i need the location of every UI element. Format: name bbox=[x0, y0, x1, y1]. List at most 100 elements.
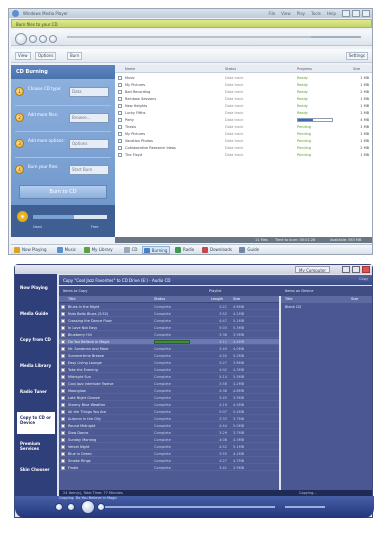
taskbar-item-downloads[interactable]: Downloads bbox=[201, 246, 234, 254]
table-row[interactable]: Slow Dance Complete 3:29 3.7MB bbox=[59, 430, 279, 436]
col-status[interactable]: Status bbox=[154, 297, 165, 301]
burn-to-cd-button[interactable]: Burn to CD bbox=[19, 185, 107, 199]
burn-menu-button[interactable]: Burn bbox=[67, 52, 83, 60]
taskbar-item-my-library[interactable]: My Library bbox=[83, 246, 115, 254]
close-button[interactable] bbox=[362, 266, 370, 273]
row-checkbox[interactable] bbox=[61, 389, 65, 393]
minimize-button[interactable] bbox=[342, 266, 350, 273]
row-checkbox[interactable] bbox=[61, 305, 65, 309]
menu-file[interactable]: File bbox=[268, 11, 275, 16]
list-item[interactable]: Thesis Data track Pending 1 MB bbox=[115, 124, 372, 130]
row-checkbox[interactable] bbox=[118, 97, 122, 101]
table-row[interactable]: Blueberry Hill Complete 3:38 3.9MB bbox=[59, 332, 279, 338]
table-row[interactable]: Smoke Rings Complete 4:27 4.7MB bbox=[59, 458, 279, 464]
row-checkbox[interactable] bbox=[61, 431, 65, 435]
list-item[interactable]: Vacation Photos Data track Pending 1 MB bbox=[115, 138, 372, 144]
table-row[interactable]: Late Night Groove Complete 3:45 3.9MB bbox=[59, 395, 279, 401]
settings-button[interactable]: Settings bbox=[345, 52, 368, 60]
list-item[interactable]: Collaborative Research Ideas Data track Pe… bbox=[115, 145, 372, 151]
nav-item-premium-services[interactable]: Premium Services bbox=[17, 438, 55, 460]
row-checkbox[interactable] bbox=[118, 90, 122, 94]
stop-button[interactable] bbox=[29, 35, 37, 43]
taskbar-item-now-playing[interactable]: Now Playing bbox=[13, 246, 49, 254]
maximize-button[interactable] bbox=[352, 266, 360, 273]
row-checkbox[interactable] bbox=[61, 354, 65, 358]
menu-view[interactable]: View bbox=[281, 11, 291, 16]
playlist-dropdown[interactable]: Playlist bbox=[209, 289, 221, 293]
next-button[interactable] bbox=[97, 503, 105, 511]
row-checkbox[interactable] bbox=[118, 153, 122, 157]
cd-type-dropdown[interactable]: Data bbox=[69, 87, 109, 97]
row-checkbox[interactable] bbox=[61, 410, 65, 414]
maximize-button[interactable] bbox=[352, 10, 360, 17]
nav-item-media-library[interactable]: Media Library bbox=[17, 360, 55, 382]
col-progress[interactable]: Progress bbox=[297, 67, 312, 71]
skin-mode-button[interactable]: My Computer bbox=[295, 266, 330, 273]
row-checkbox[interactable] bbox=[61, 445, 65, 449]
stop-button[interactable] bbox=[55, 503, 63, 511]
taskbar-item-burning[interactable]: Burning bbox=[141, 246, 171, 254]
row-checkbox[interactable] bbox=[61, 361, 65, 365]
col-size[interactable]: Size bbox=[353, 67, 360, 71]
list-item[interactable]: Party Data track 4 MB bbox=[115, 117, 372, 123]
list-item[interactable]: My Pictures Data track Ready 1 MB bbox=[115, 82, 372, 88]
row-checkbox[interactable] bbox=[118, 132, 122, 136]
row-checkbox[interactable] bbox=[61, 375, 65, 379]
next-button[interactable] bbox=[49, 35, 57, 43]
row-checkbox[interactable] bbox=[61, 312, 65, 316]
menu-play[interactable]: Play bbox=[297, 11, 305, 16]
row-checkbox[interactable] bbox=[118, 111, 122, 115]
col-length[interactable]: Length bbox=[211, 297, 223, 301]
row-checkbox[interactable] bbox=[61, 438, 65, 442]
row-checkbox[interactable] bbox=[61, 382, 65, 386]
row-checkbox[interactable] bbox=[61, 340, 65, 344]
table-row[interactable]: Velvet Night Complete 4:52 5.1MB bbox=[59, 444, 279, 450]
menu-help[interactable]: Help bbox=[327, 11, 336, 16]
table-row[interactable]: Mr. Sandman and More Complete 3:49 4.0MB bbox=[59, 346, 279, 352]
close-button[interactable] bbox=[362, 10, 370, 17]
table-row[interactable]: Autumn in the City Complete 3:33 3.7MB bbox=[59, 416, 279, 422]
list-item[interactable]: Music Data track Ready 1 MB bbox=[115, 75, 372, 81]
row-checkbox[interactable] bbox=[118, 118, 122, 122]
table-row[interactable]: Stormy Blue Weather Complete 4:19 4.5MB bbox=[59, 402, 279, 408]
row-checkbox[interactable] bbox=[118, 76, 122, 80]
copy-button[interactable]: Copy bbox=[359, 277, 368, 281]
view-button[interactable]: View bbox=[15, 52, 31, 60]
row-checkbox[interactable] bbox=[61, 403, 65, 407]
seek-bar[interactable] bbox=[105, 506, 275, 508]
volume-slider[interactable] bbox=[285, 506, 325, 508]
col-size[interactable]: Size bbox=[233, 297, 240, 301]
table-row[interactable]: All the Things You Are Complete 5:07 5.4MB bbox=[59, 409, 279, 415]
row-checkbox[interactable] bbox=[61, 466, 65, 470]
previous-button[interactable] bbox=[67, 503, 75, 511]
col-title[interactable]: Title bbox=[68, 297, 76, 301]
table-row[interactable]: Sunday Morning Complete 4:08 4.3MB bbox=[59, 437, 279, 443]
list-item[interactable]: New Heights Data track Ready 1 MB bbox=[115, 103, 372, 109]
table-row[interactable]: Round Midnight Complete 4:44 5.0MB bbox=[59, 423, 279, 429]
row-checkbox[interactable] bbox=[61, 459, 65, 463]
list-item[interactable]: Lucky Fifths Data track Ready 1 MB bbox=[115, 110, 372, 116]
table-row[interactable]: Take the Evening Complete 4:02 4.3MB bbox=[59, 367, 279, 373]
list-item[interactable]: Bad Recording Data track Ready 2 MB bbox=[115, 89, 372, 95]
options-button[interactable]: Options bbox=[69, 139, 109, 149]
table-row[interactable]: Blue in Green Complete 3:55 4.1MB bbox=[59, 451, 279, 457]
table-row[interactable]: Nuts Bolts Blues (3:52) Complete 3:52 4.1MB bbox=[59, 311, 279, 317]
volume-slider[interactable] bbox=[311, 36, 361, 38]
device-col-title[interactable]: Title bbox=[285, 297, 293, 301]
row-checkbox[interactable] bbox=[61, 368, 65, 372]
row-checkbox[interactable] bbox=[118, 125, 122, 129]
table-row[interactable]: Blues in the Night Complete 4:21 4.6MB bbox=[59, 304, 279, 310]
table-row[interactable]: Summertime Breeze Complete 4:55 5.2MB bbox=[59, 353, 279, 359]
row-checkbox[interactable] bbox=[118, 146, 122, 150]
table-row[interactable]: Midnight Sun Complete 5:14 5.5MB bbox=[59, 374, 279, 380]
list-item[interactable]: My Pictures Data track Pending 1 MB bbox=[115, 131, 372, 137]
taskbar-item-guide[interactable]: Guide bbox=[238, 246, 261, 254]
play-button[interactable] bbox=[81, 500, 95, 514]
options-button[interactable]: Options bbox=[35, 52, 57, 60]
device-col-size[interactable]: Size bbox=[351, 297, 358, 301]
table-row[interactable]: In Love Not Easy Complete 5:03 5.3MB bbox=[59, 325, 279, 331]
minimize-button[interactable] bbox=[342, 10, 350, 17]
row-checkbox[interactable] bbox=[118, 139, 122, 143]
row-checkbox[interactable] bbox=[61, 333, 65, 337]
table-row[interactable]: Easy Living Lounge Complete 3:27 3.6MB bbox=[59, 360, 279, 366]
